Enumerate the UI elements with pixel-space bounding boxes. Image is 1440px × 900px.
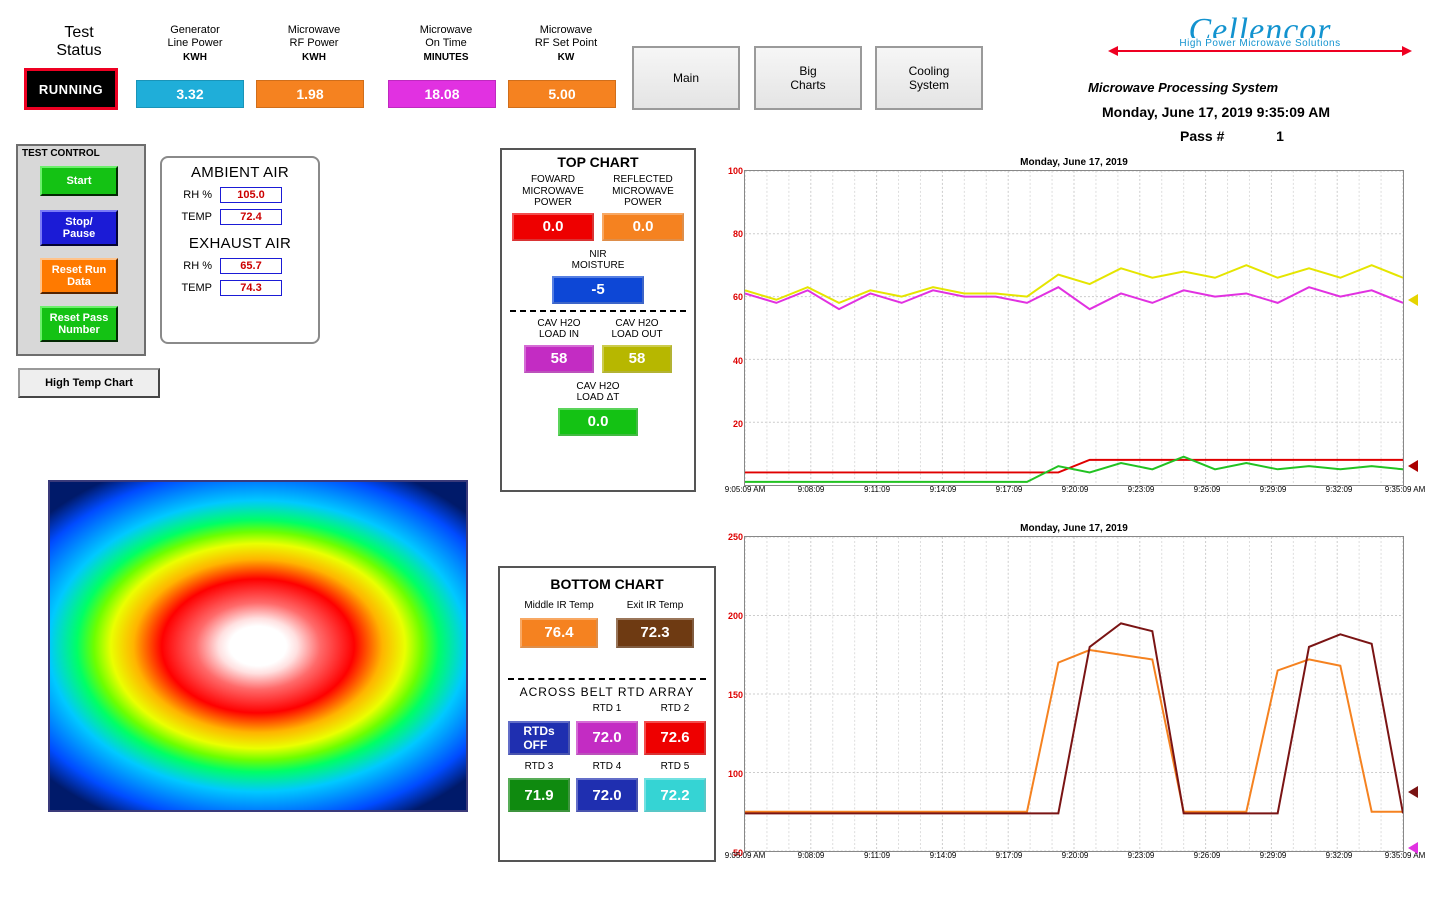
thermal-image — [48, 480, 468, 812]
exhaust-temp-label: TEMP — [168, 282, 212, 294]
nav-main-button[interactable]: Main — [632, 46, 740, 110]
test-status-title: Test Status — [48, 24, 110, 60]
ambient-air-panel: AMBIENT AIR RH % 105.0 TEMP 72.4 EXHAUST… — [160, 156, 320, 344]
bottom-chart-title: BOTTOM CHART — [500, 568, 714, 592]
rtd1-label: RTD 1 — [576, 703, 638, 715]
test-status-value: RUNNING — [24, 68, 118, 110]
rtds-off-button[interactable]: RTDs OFF — [508, 721, 570, 755]
brand-block: Cellencor High Power Microwave Solutions — [1100, 12, 1420, 63]
rtd2-label: RTD 2 — [644, 703, 706, 715]
exhaust-rh-label: RH % — [168, 260, 212, 272]
ambient-air-header: AMBIENT AIR — [168, 164, 312, 181]
marker-yellow-icon — [1408, 294, 1418, 306]
system-label: Microwave Processing System — [1088, 80, 1278, 95]
start-button[interactable]: Start — [40, 166, 118, 196]
nav-big-charts-button[interactable]: Big Charts — [754, 46, 862, 110]
bottom-chart-date: Monday, June 17, 2019 — [745, 523, 1403, 534]
pass-label: Pass # — [1180, 128, 1224, 144]
top-chart-control: TOP CHART FOWARD MICROWAVE POWER 0.0 REF… — [500, 148, 696, 492]
crosshair-icon — [249, 637, 267, 655]
ref-power-label: REFLECTED MICROWAVE POWER — [602, 174, 684, 209]
rtd2-value[interactable]: 72.6 — [644, 721, 706, 755]
rtd5-label: RTD 5 — [644, 761, 706, 773]
top-chart-date: Monday, June 17, 2019 — [745, 157, 1403, 168]
ambient-rh-label: RH % — [168, 189, 212, 201]
kpi-setpt-title: Microwave RF Set Point — [516, 24, 616, 50]
rtd3-label: RTD 3 — [508, 761, 570, 773]
kpi-gen-units: KWH — [145, 52, 245, 63]
rtd5-value[interactable]: 72.2 — [644, 778, 706, 812]
kpi-ontime-units: MINUTES — [396, 52, 496, 63]
stop-pause-button[interactable]: Stop/ Pause — [40, 210, 118, 246]
kpi-setpt-value: 5.00 — [508, 80, 616, 108]
test-control-title: TEST CONTROL — [18, 146, 144, 161]
ambient-rh-value: 105.0 — [220, 187, 282, 203]
kpi-rf-value: 1.98 — [256, 80, 364, 108]
kpi-setpt-units: KW — [516, 52, 616, 63]
rtd4-label: RTD 4 — [576, 761, 638, 773]
bottom-chart: Monday, June 17, 2019 50100150200250 9:0… — [744, 536, 1404, 852]
cav-out-label: CAV H2O LOAD OUT — [602, 318, 672, 341]
kpi-ontime-value: 18.08 — [388, 80, 496, 108]
rtd3-value[interactable]: 71.9 — [508, 778, 570, 812]
pass-value: 1 — [1276, 128, 1284, 144]
cav-dt-value[interactable]: 0.0 — [558, 408, 638, 436]
ambient-temp-label: TEMP — [168, 211, 212, 223]
reset-run-data-button[interactable]: Reset Run Data — [40, 258, 118, 294]
exhaust-air-header: EXHAUST AIR — [168, 235, 312, 252]
exhaust-temp-value: 74.3 — [220, 280, 282, 296]
marker-magenta-icon — [1408, 842, 1418, 854]
exit-ir-value[interactable]: 72.3 — [616, 618, 694, 648]
cav-in-value[interactable]: 58 — [524, 345, 594, 373]
cav-out-value[interactable]: 58 — [602, 345, 672, 373]
high-temp-chart-button[interactable]: High Temp Chart — [18, 368, 160, 398]
brand-tagline: High Power Microwave Solutions — [1170, 38, 1350, 49]
marker-brown-icon — [1408, 786, 1418, 798]
mid-ir-label: Middle IR Temp — [520, 600, 598, 612]
ref-power-value[interactable]: 0.0 — [602, 213, 684, 241]
mid-ir-value[interactable]: 76.4 — [520, 618, 598, 648]
exhaust-rh-value: 65.7 — [220, 258, 282, 274]
reset-pass-button[interactable]: Reset Pass Number — [40, 306, 118, 342]
exit-ir-label: Exit IR Temp — [616, 600, 694, 612]
kpi-rf-units: KWH — [264, 52, 364, 63]
nir-moisture-value[interactable]: -5 — [552, 276, 644, 304]
rtd-array-header: ACROSS BELT RTD ARRAY — [500, 686, 714, 700]
kpi-rf-title: Microwave RF Power — [264, 24, 364, 50]
marker-red-icon — [1408, 460, 1418, 472]
kpi-gen-title: Generator Line Power — [145, 24, 245, 50]
kpi-gen-value: 3.32 — [136, 80, 244, 108]
brand-rule — [1118, 50, 1402, 52]
kpi-ontime-title: Microwave On Time — [396, 24, 496, 50]
datetime-label: Monday, June 17, 2019 9:35:09 AM — [1102, 104, 1330, 120]
top-chart: Monday, June 17, 2019 20406080100 9:05:0… — [744, 170, 1404, 486]
ambient-temp-value: 72.4 — [220, 209, 282, 225]
nav-cooling-button[interactable]: Cooling System — [875, 46, 983, 110]
cav-in-label: CAV H2O LOAD IN — [524, 318, 594, 341]
rtd1-value[interactable]: 72.0 — [576, 721, 638, 755]
top-chart-title: TOP CHART — [502, 150, 694, 170]
fwd-power-value[interactable]: 0.0 — [512, 213, 594, 241]
rtd4-value[interactable]: 72.0 — [576, 778, 638, 812]
nir-moisture-label: NIR MOISTURE — [552, 249, 644, 272]
bottom-chart-control: BOTTOM CHART Middle IR Temp 76.4 Exit IR… — [498, 566, 716, 862]
fwd-power-label: FOWARD MICROWAVE POWER — [512, 174, 594, 209]
cav-dt-label: CAV H2O LOAD ΔT — [558, 381, 638, 404]
